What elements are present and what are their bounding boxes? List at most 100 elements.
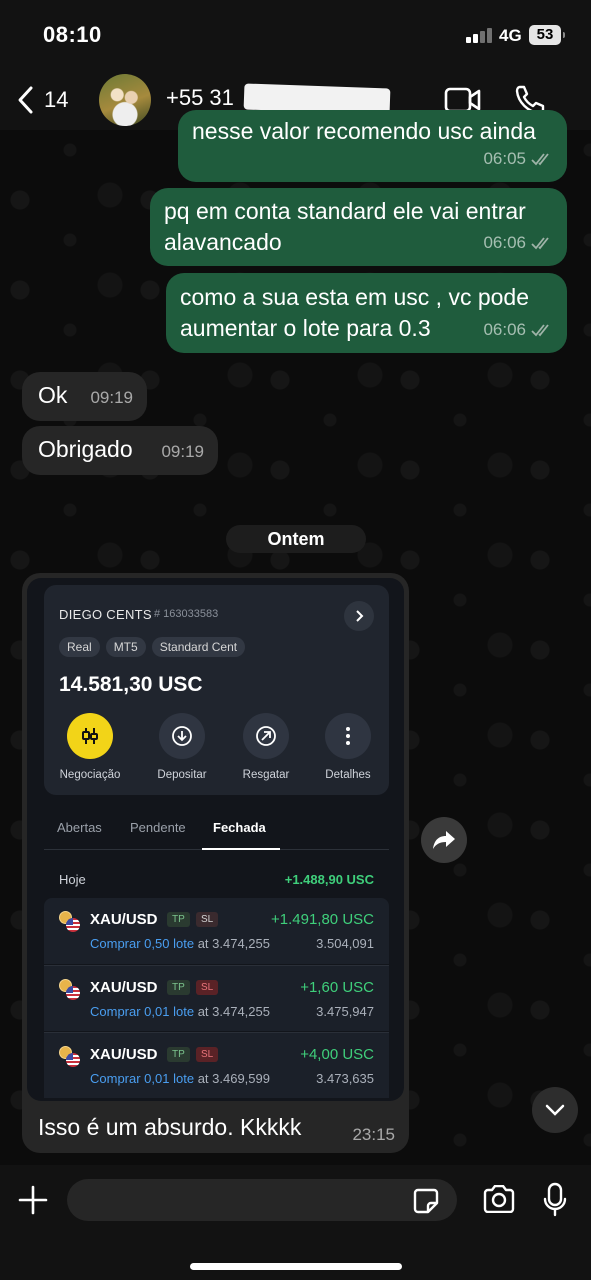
contact-name[interactable]: +55 31 <box>166 85 234 111</box>
battery-icon: 53 <box>529 25 565 45</box>
double-check-icon <box>531 236 549 249</box>
tp-badge: TP <box>167 1047 190 1062</box>
trade-row: XAU/USD TP SL +1.491,80 USC Comprar 0,50… <box>44 898 389 964</box>
trade-close-price: 3.473,635 <box>316 1071 374 1086</box>
network-type: 4G <box>499 26 522 45</box>
tab-pendente: Pendente <box>130 820 186 835</box>
trade-symbol: XAU/USD <box>90 979 158 996</box>
trade-symbol: XAU/USD <box>90 1046 158 1063</box>
message-meta: 06:06 <box>483 314 553 345</box>
microphone-button[interactable] <box>543 1182 567 1223</box>
home-indicator <box>190 1263 402 1270</box>
camera-button[interactable] <box>482 1184 516 1218</box>
message-time: 06:06 <box>483 233 526 252</box>
date-separator: Ontem <box>226 525 366 553</box>
account-card: DIEGO CENTS # 163033583 Real MT5 Standar… <box>44 585 389 795</box>
forward-arrow-icon <box>433 831 455 849</box>
message-bubble-outgoing[interactable]: como a sua esta em usc , vc pode aumenta… <box>166 273 567 353</box>
action-negociacao: Negociação <box>52 713 128 781</box>
message-time: 09:19 <box>161 442 204 461</box>
action-label: Resgatar <box>242 769 290 781</box>
tp-badge: TP <box>167 912 190 927</box>
sl-badge: SL <box>196 912 219 927</box>
trade-buy: Comprar 0,50 lote at 3.474,255 <box>90 936 270 951</box>
account-actions: Negociação Depositar Resgatar Detalhes <box>44 713 389 783</box>
action-label: Detalhes <box>325 769 371 781</box>
trade-profit: +1.491,80 USC <box>271 911 374 928</box>
action-detalhes: Detalhes <box>310 713 386 781</box>
withdraw-icon <box>243 713 289 759</box>
message-meta: 06:05 <box>483 143 553 174</box>
action-resgatar: Resgatar <box>228 713 304 781</box>
chevron-left-icon <box>18 86 33 114</box>
tag: Real <box>59 637 100 657</box>
signal-icon <box>466 27 492 43</box>
attach-button[interactable] <box>18 1185 48 1220</box>
status-bar: 08:10 4G 53 <box>0 0 591 70</box>
message-bubble-incoming[interactable]: Obrigado 09:19 <box>22 426 218 475</box>
screenshot-image[interactable]: DIEGO CENTS # 163033583 Real MT5 Standar… <box>27 578 404 1101</box>
account-number: # 163033583 <box>154 608 219 620</box>
download-icon <box>159 713 205 759</box>
account-balance: 14.581,30 USC <box>59 673 203 696</box>
tag: Standard Cent <box>151 637 246 657</box>
message-bubble-incoming[interactable]: Ok 09:19 <box>22 372 147 421</box>
sl-badge: SL <box>196 980 219 995</box>
status-time: 08:10 <box>43 22 102 47</box>
message-input[interactable] <box>67 1179 457 1221</box>
trade-buy: Comprar 0,01 lote at 3.474,255 <box>90 1004 270 1019</box>
account-tags: Real MT5 Standard Cent <box>59 637 246 657</box>
chevron-down-icon <box>545 1104 565 1116</box>
tp-badge: TP <box>167 980 190 995</box>
gold-usd-icon <box>59 1046 81 1068</box>
camera-icon <box>483 1184 515 1214</box>
sl-badge: SL <box>196 1047 219 1062</box>
tag: MT5 <box>105 637 146 657</box>
action-label: Depositar <box>157 769 207 781</box>
today-summary: Hoje +1.488,90 USC <box>44 870 389 890</box>
today-label: Hoje <box>59 872 86 887</box>
image-message-bubble[interactable]: DIEGO CENTS # 163033583 Real MT5 Standar… <box>22 573 409 1153</box>
action-depositar: Depositar <box>144 713 220 781</box>
gold-usd-icon <box>59 911 81 933</box>
trade-close-price: 3.475,947 <box>316 1004 374 1019</box>
message-meta: 06:06 <box>483 227 553 258</box>
message-meta: 09:19 <box>161 436 204 467</box>
back-button[interactable]: 14 <box>16 82 68 118</box>
microphone-icon <box>543 1182 567 1217</box>
message-bubble-outgoing[interactable]: pq em conta standard ele vai entrar alav… <box>150 188 567 266</box>
message-time: 06:06 <box>483 320 526 339</box>
scroll-to-bottom-button[interactable] <box>532 1087 578 1133</box>
message-time: 23:15 <box>352 1125 395 1144</box>
forward-button[interactable] <box>421 817 467 863</box>
trade-row: XAU/USD TP SL +4,00 USC Comprar 0,01 lot… <box>44 1032 389 1098</box>
trade-profit: +1,60 USC <box>300 979 374 996</box>
double-check-icon <box>531 323 549 336</box>
today-total: +1.488,90 USC <box>284 872 374 887</box>
trade-close-price: 3.504,091 <box>316 936 374 951</box>
active-tab-indicator <box>202 848 280 850</box>
chevron-right-icon <box>344 601 374 631</box>
message-time: 09:19 <box>90 388 133 407</box>
more-vertical-icon <box>325 713 371 759</box>
trade-symbol: XAU/USD <box>90 911 158 928</box>
message-meta: 09:19 <box>90 382 133 413</box>
gold-usd-icon <box>59 979 81 1001</box>
composer-bar <box>0 1165 591 1280</box>
trade-buy: Comprar 0,01 lote at 3.469,599 <box>90 1071 270 1086</box>
sticker-button[interactable] <box>412 1187 440 1220</box>
candlestick-icon <box>67 713 113 759</box>
double-check-icon <box>531 152 549 165</box>
tab-fechada: Fechada <box>213 820 266 835</box>
orders-tabs: Abertas Pendente Fechada <box>44 820 389 850</box>
message-text: Ok <box>38 382 68 408</box>
plus-icon <box>18 1185 48 1215</box>
message-time: 06:05 <box>483 149 526 168</box>
unread-count: 14 <box>44 87 69 112</box>
contact-avatar[interactable] <box>99 74 151 126</box>
message-bubble-outgoing[interactable]: nesse valor recomendo usc ainda 06:05 <box>178 110 567 182</box>
image-caption: Isso é um absurdo. Kkkkk <box>38 1114 302 1140</box>
trade-row: XAU/USD TP SL +1,60 USC Comprar 0,01 lot… <box>44 965 389 1031</box>
action-label: Negociação <box>59 769 121 781</box>
account-name: DIEGO CENTS <box>59 607 152 622</box>
